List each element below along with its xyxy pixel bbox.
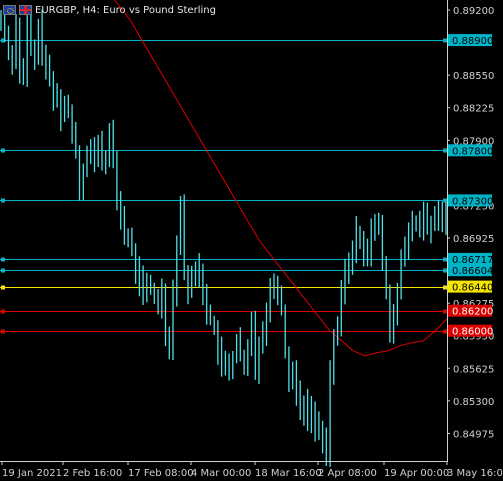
gb-flag-icon: [19, 5, 32, 15]
level-handle: [1, 148, 5, 153]
level-price-label: 0.86604: [452, 266, 493, 277]
level-price-label: 0.86200: [452, 307, 493, 318]
level-price-label: 0.86000: [452, 327, 493, 338]
time-tick-label: 4 Mar 00:00: [191, 468, 251, 479]
price-tick-label: 0.88550: [453, 71, 494, 82]
level-handle: [443, 148, 447, 153]
chart-title: EURGBP, H4: Euro vs Pound Sterling: [35, 4, 216, 16]
level-handle: [443, 257, 447, 262]
chart-header: EURGBP, H4: Euro vs Pound Sterling: [3, 3, 216, 17]
level-handle: [1, 268, 5, 273]
level-price-label: 0.86440: [452, 283, 493, 294]
time-tick-label: 3 May 16:00: [447, 468, 503, 479]
level-handle: [443, 38, 447, 43]
price-tick-label: 0.88225: [453, 104, 494, 115]
price-tick-label: 0.85300: [453, 397, 494, 408]
price-tick-label: 0.86925: [453, 234, 494, 245]
price-tick-label: 0.84975: [453, 429, 494, 440]
time-tick-label: 2 Apr 08:00: [318, 468, 377, 479]
level-handle: [1, 198, 5, 203]
level-price-label: 0.88900: [452, 36, 493, 47]
moving-average-line: [113, 0, 448, 357]
level-handle: [443, 309, 447, 314]
time-tick-label: 17 Feb 08:00: [128, 468, 194, 479]
level-handle: [443, 268, 447, 273]
price-tick-label: 0.85625: [453, 364, 494, 375]
level-handle: [1, 329, 5, 334]
time-tick-label: 19 Jan 2021: [2, 468, 62, 479]
time-tick-label: 2 Feb 16:00: [63, 468, 122, 479]
level-handle: [1, 285, 5, 290]
level-handle: [1, 309, 5, 314]
level-price-label: 0.87800: [452, 146, 493, 157]
time-tick-label: 19 Apr 00:00: [384, 468, 449, 479]
time-tick-label: 18 Mar 16:00: [255, 468, 322, 479]
level-handle: [443, 285, 447, 290]
price-chart[interactable]: 0.892000.885500.882250.879000.872500.869…: [0, 0, 503, 481]
price-tick-label: 0.89200: [453, 6, 494, 17]
level-handle: [1, 257, 5, 262]
level-price-label: 0.87300: [452, 196, 493, 207]
level-handle: [443, 329, 447, 334]
eu-flag-icon: [3, 5, 16, 15]
